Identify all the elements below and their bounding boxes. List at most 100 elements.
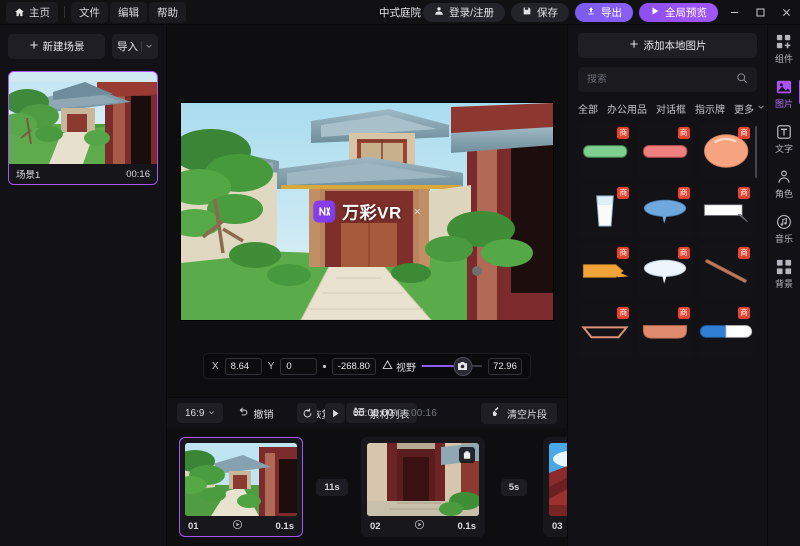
time-current: 00:00:00	[352, 407, 394, 419]
preview-label: 全局预览	[665, 6, 707, 19]
play-button[interactable]	[324, 403, 345, 423]
asset-tile-white-speech-bubble[interactable]: 商	[638, 244, 693, 298]
asset-tile-green-bar-shape[interactable]: 商	[578, 124, 633, 178]
z-input[interactable]: -268.80	[331, 357, 376, 375]
filter-more[interactable]: 更多	[734, 101, 765, 116]
rail-item-background[interactable]: 背景	[768, 258, 800, 290]
fov-value-input[interactable]: 72.96	[487, 357, 522, 375]
timeline-clip[interactable]: 03 0.1s	[543, 437, 567, 537]
commercial-badge: 商	[737, 247, 750, 259]
new-scene-button[interactable]: 新建场景	[8, 34, 105, 59]
timeline-clip[interactable]: 01 0.1s	[179, 437, 303, 537]
filter-dialog[interactable]: 对话框	[656, 101, 686, 116]
scene-panel-toolbar: 新建场景 导入	[8, 34, 158, 59]
aspect-ratio-dropdown[interactable]: 16:9	[177, 403, 224, 423]
menu-divider	[64, 6, 65, 18]
import-button[interactable]: 导入	[112, 34, 158, 59]
clip-gap[interactable]: 11s	[303, 478, 361, 496]
fov-slider[interactable]	[421, 356, 482, 376]
commercial-badge: 商	[617, 307, 630, 319]
asset-tile-orange-tag-bubble[interactable]: 商	[578, 244, 633, 298]
filter-sign[interactable]: 指示牌	[695, 101, 725, 116]
close-button[interactable]	[776, 3, 796, 21]
timeline-track: 01 0.1s 11s 02 0.1s 5s 03	[167, 428, 567, 546]
search-input[interactable]	[587, 74, 730, 85]
asset-scrollbar[interactable]	[755, 126, 757, 178]
timeline-clip[interactable]: 02 0.1s	[361, 437, 485, 537]
asset-tile-red-bar-shape[interactable]: 商	[638, 124, 693, 178]
clip-index: 03	[552, 520, 563, 532]
filter-all[interactable]: 全部	[578, 101, 598, 116]
clip-thumbnail	[185, 443, 297, 516]
clip-gap[interactable]: 5s	[485, 478, 543, 496]
chevron-down-icon[interactable]	[145, 42, 153, 52]
title-bar-actions: 登录/注册 保存 导出 全局预览	[423, 2, 796, 22]
canvas-stage[interactable]: 万彩VR × X 8.64 Y 0 -268.80 视野 72.96	[167, 25, 567, 397]
commercial-badge: 商	[617, 187, 630, 199]
preview-canvas[interactable]: 万彩VR ×	[181, 102, 553, 320]
center-area: 万彩VR × X 8.64 Y 0 -268.80 视野 72.96 16:9 …	[167, 25, 567, 546]
clear-clips-button[interactable]: 清空片段	[481, 402, 557, 424]
asset-tile-white-callout-bubble[interactable]: 商	[698, 184, 753, 238]
import-label: 导入	[117, 41, 138, 53]
clip-meta: 03 0.1s	[544, 516, 567, 536]
scene-name: 场景1	[16, 170, 41, 181]
menu-item-file[interactable]: 文件	[71, 1, 108, 23]
asset-search[interactable]	[578, 67, 757, 92]
asset-tile-wooden-stick[interactable]: 商	[698, 244, 753, 298]
import-divider	[141, 41, 142, 52]
fov-label: 视野	[395, 362, 416, 374]
rail-item-text[interactable]: 文字	[768, 123, 800, 155]
tool-rail: 组件 图片 文字 角色 音乐 背景	[767, 25, 800, 546]
camera-icon[interactable]	[453, 356, 473, 376]
rail-item-images[interactable]: 图片	[768, 78, 800, 110]
login-register-button[interactable]: 登录/注册	[423, 2, 505, 22]
y-input[interactable]: 0	[280, 357, 318, 375]
commercial-badge: 商	[737, 187, 750, 199]
asset-tile-salmon-bowl-outline[interactable]: 商	[578, 304, 633, 358]
asset-tile-milk-glass[interactable]: 商	[578, 184, 633, 238]
maximize-button[interactable]	[750, 3, 770, 21]
asset-tile-blue-white-capsule[interactable]: 商	[698, 304, 753, 358]
undo-label: 撤销	[253, 409, 274, 421]
watermark-close-icon[interactable]: ×	[414, 204, 421, 218]
asset-tile-salmon-bowl-filled[interactable]: 商	[638, 304, 693, 358]
commercial-badge: 商	[677, 247, 690, 259]
delete-clip-icon[interactable]	[459, 447, 475, 463]
watermark: 万彩VR ×	[309, 197, 425, 226]
rail-item-character[interactable]: 角色	[768, 168, 800, 200]
clip-duration: 0.1s	[275, 520, 294, 532]
save-icon	[522, 6, 532, 19]
asset-tile-blue-speech-bubble[interactable]: 商	[638, 184, 693, 238]
camera-property-bar: X 8.64 Y 0 -268.80 视野 72.96	[203, 353, 531, 379]
rail-label-text: 文字	[774, 144, 793, 154]
x-input[interactable]: 8.64	[224, 357, 262, 375]
rail-label-music: 音乐	[774, 234, 793, 244]
app-window: 主页 文件 编辑 帮助 中式庭院 登录/注册 保存 导出 全局预览 新建场景 导…	[0, 0, 800, 546]
text-icon	[776, 123, 793, 140]
playback-controls: 00:00:00/00:00:16	[296, 403, 437, 423]
menu-item-help[interactable]: 帮助	[149, 1, 186, 23]
minimize-button[interactable]	[724, 3, 744, 21]
search-icon[interactable]	[736, 71, 748, 89]
asset-grid: 商 商 商 商 商 商 商 商 商 商 商 商	[578, 124, 757, 358]
filter-office[interactable]: 办公用品	[607, 101, 647, 116]
save-button[interactable]: 保存	[511, 2, 569, 22]
scene-card[interactable]: 场景1 00:16	[8, 71, 158, 185]
home-button[interactable]: 主页	[6, 1, 58, 23]
undo-button[interactable]: 撤销	[230, 403, 281, 423]
asset-tile-orange-blob-shape[interactable]: 商	[698, 124, 753, 178]
clip-index: 01	[188, 520, 199, 532]
commercial-badge: 商	[617, 127, 630, 139]
add-local-image-button[interactable]: 添加本地图片	[578, 33, 757, 58]
clear-clips-label: 清空片段	[507, 409, 547, 421]
global-preview-button[interactable]: 全局预览	[639, 2, 718, 22]
menu-item-edit[interactable]: 编辑	[110, 1, 147, 23]
clip-speed-icon[interactable]	[414, 519, 425, 533]
music-icon	[776, 213, 793, 230]
export-button[interactable]: 导出	[575, 2, 633, 22]
rail-item-components[interactable]: 组件	[768, 33, 800, 65]
clip-speed-icon[interactable]	[232, 519, 243, 533]
rail-item-music[interactable]: 音乐	[768, 213, 800, 245]
loop-button[interactable]	[296, 403, 317, 423]
